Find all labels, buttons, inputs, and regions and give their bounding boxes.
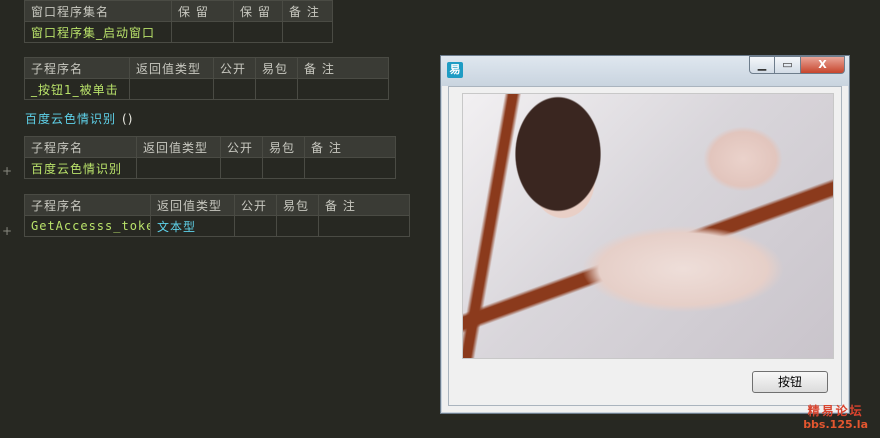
header-sub-name: 子程序名 [24,136,137,158]
caption-buttons: ▁ ▭ X [749,56,845,74]
return-type-cell[interactable]: 文本型 [150,215,235,237]
sub-name-cell[interactable]: GetAccesss_token [24,215,151,237]
header-easy-pack: 易包 [276,194,319,216]
close-button[interactable]: X [801,56,845,74]
header-public: 公开 [213,57,256,79]
header-remark: 备 注 [297,57,389,79]
picture-box [462,93,834,359]
call-parens: () [122,112,134,126]
header-remark: 备 注 [282,0,333,22]
header-reserved-2: 保 留 [233,0,283,22]
subroutine-table-porn-detect: 子程序名 返回值类型 公开 易包 备 注 百度云色情识别 [24,136,396,179]
window-titlebar[interactable]: 易 ▁ ▭ X [441,56,849,86]
remark-cell[interactable] [304,157,396,179]
sub-name-cell[interactable]: _按钮1_被单击 [24,78,130,100]
header-easy-pack: 易包 [262,136,305,158]
header-assembly-name: 窗口程序集名 [24,0,172,22]
watermark-url: bbs.125.la [803,418,868,431]
return-type-cell[interactable] [136,157,221,179]
header-reserved-1: 保 留 [171,0,234,22]
header-easy-pack: 易包 [255,57,298,79]
remark-cell[interactable] [318,215,410,237]
header-return-type: 返回值类型 [136,136,221,158]
easy-pack-cell[interactable] [255,78,298,100]
easy-pack-cell[interactable] [262,157,305,179]
public-cell[interactable] [220,157,263,179]
watermark-title: 精易论坛 [807,404,864,418]
expand-plus-icon[interactable]: + [2,164,12,178]
app-icon: 易 [447,62,463,78]
header-return-type: 返回值类型 [150,194,235,216]
easy-pack-cell[interactable] [276,215,319,237]
preview-window: 易 ▁ ▭ X 按钮 [440,55,850,414]
header-return-type: 返回值类型 [129,57,214,79]
assembly-name-cell[interactable]: 窗口程序集_启动窗口 [24,21,172,43]
public-cell[interactable] [234,215,277,237]
action-button[interactable]: 按钮 [752,371,828,393]
minimize-button[interactable]: ▁ [749,56,775,74]
maximize-button[interactable]: ▭ [775,56,801,74]
assembly-table: 窗口程序集名 保 留 保 留 备 注 窗口程序集_启动窗口 [24,0,333,43]
return-type-cell[interactable] [129,78,214,100]
public-cell[interactable] [213,78,256,100]
header-public: 公开 [234,194,277,216]
header-remark: 备 注 [318,194,410,216]
window-client-area: 按钮 [448,86,842,406]
subroutine-table-button-click: 子程序名 返回值类型 公开 易包 备 注 _按钮1_被单击 [24,57,389,100]
header-public: 公开 [220,136,263,158]
forum-watermark: 精易论坛 bbs.125.la [803,404,868,432]
code-call-line[interactable]: 百度云色情识别 () [25,110,133,128]
header-remark: 备 注 [304,136,396,158]
subroutine-table-get-token: 子程序名 返回值类型 公开 易包 备 注 GetAccesss_token 文本… [24,194,410,237]
header-sub-name: 子程序名 [24,194,151,216]
header-sub-name: 子程序名 [24,57,130,79]
sub-name-cell[interactable]: 百度云色情识别 [24,157,137,179]
expand-plus-icon[interactable]: + [2,224,12,238]
call-function-name: 百度云色情识别 [25,112,117,126]
remark-cell[interactable] [282,21,333,43]
reserved-cell-1[interactable] [171,21,234,43]
remark-cell[interactable] [297,78,389,100]
reserved-cell-2[interactable] [233,21,283,43]
